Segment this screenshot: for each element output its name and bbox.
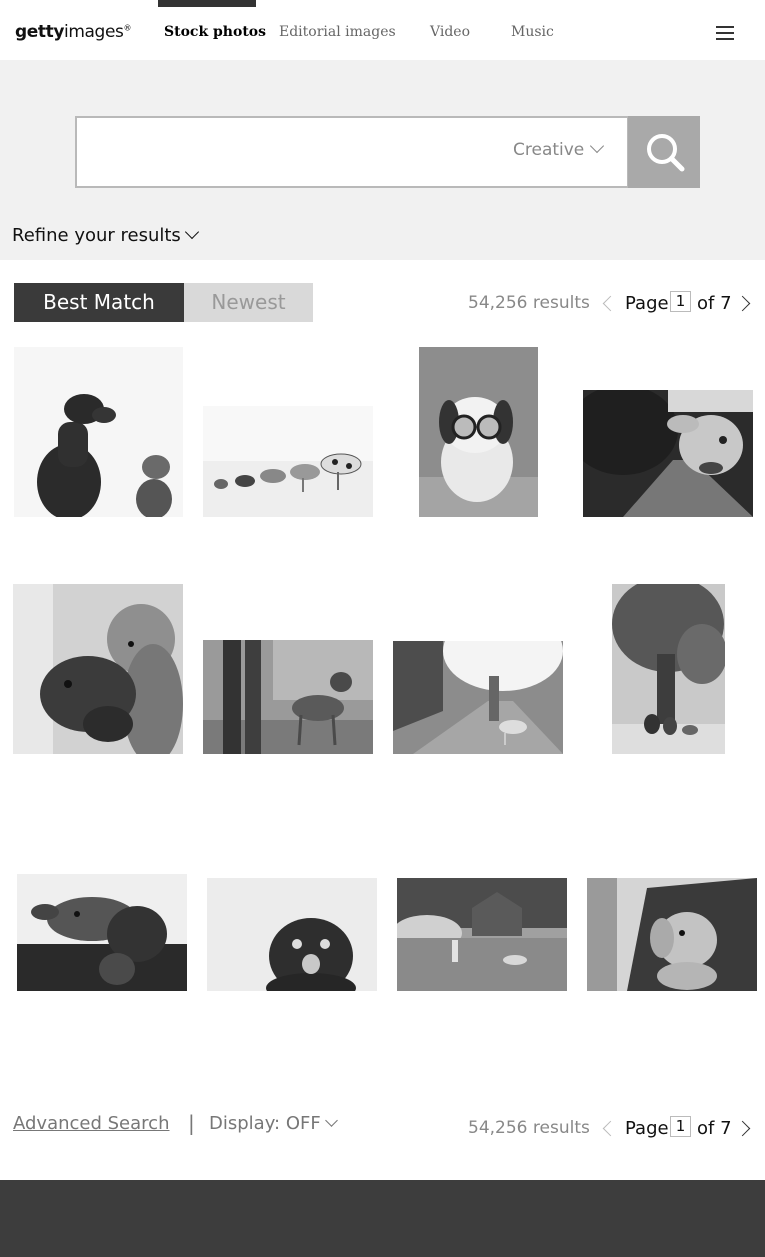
results-count: 54,256 results xyxy=(468,293,590,313)
dog-car-window-road-photo xyxy=(583,390,753,517)
result-image[interactable] xyxy=(393,641,563,754)
result-image[interactable] xyxy=(13,584,183,754)
result-image[interactable] xyxy=(17,874,187,991)
dog-leash-sidewalk-photo xyxy=(203,640,373,754)
separator: | xyxy=(188,1111,195,1135)
prev-page-icon[interactable] xyxy=(602,1120,619,1137)
result-image[interactable] xyxy=(14,347,183,517)
tree-couple-dog-photo xyxy=(612,584,725,754)
results-count-bottom: 54,256 results xyxy=(468,1118,590,1138)
page-number-input[interactable]: 1 xyxy=(670,291,691,312)
result-image[interactable] xyxy=(612,584,725,754)
result-image[interactable] xyxy=(203,640,373,754)
page-number-input[interactable]: 1 xyxy=(670,1116,691,1137)
page-total: of 7 xyxy=(697,1118,732,1139)
page-label: Page xyxy=(625,1118,669,1139)
page-total: of 7 xyxy=(697,293,732,314)
tab-editorial-images[interactable]: Editorial images xyxy=(279,24,396,40)
pager: Page 1 of 7 xyxy=(625,291,745,317)
advanced-search-link[interactable]: Advanced Search xyxy=(13,1113,169,1134)
search-input[interactable] xyxy=(87,130,487,174)
result-image[interactable] xyxy=(397,878,567,991)
dog-lineup-photo xyxy=(203,406,373,517)
result-image[interactable] xyxy=(587,878,757,991)
search-band: Creative Refine your results xyxy=(0,60,765,260)
shih-tzu-glasses-photo xyxy=(419,347,538,517)
display-toggle[interactable]: Display: OFF xyxy=(209,1113,338,1134)
result-image[interactable] xyxy=(203,406,373,517)
result-image[interactable] xyxy=(583,390,753,517)
display-toggle-label: Display: OFF xyxy=(209,1113,321,1134)
refine-results-toggle[interactable]: Refine your results xyxy=(12,224,199,246)
top-nav: gettyimages® Stock photos Editorial imag… xyxy=(0,0,765,60)
refine-results-label: Refine your results xyxy=(12,225,181,246)
search-button[interactable] xyxy=(628,116,700,188)
tab-stock-photos[interactable]: Stock photos xyxy=(164,24,266,40)
golden-retriever-car-photo xyxy=(587,878,757,991)
hamburger-icon[interactable] xyxy=(716,25,734,41)
sort-newest-button[interactable]: Newest xyxy=(184,283,313,322)
creative-select-label: Creative xyxy=(513,140,585,160)
labrador-terrier-photo xyxy=(14,347,183,517)
chevron-down-icon xyxy=(324,1114,338,1127)
sort-best-match-button[interactable]: Best Match xyxy=(14,283,184,322)
pug-photo xyxy=(207,878,377,991)
search-icon xyxy=(647,134,685,172)
active-tab-indicator xyxy=(158,0,256,7)
gettyimages-logo[interactable]: gettyimages® xyxy=(15,22,131,42)
yard-barn-dog-photo xyxy=(397,878,567,991)
result-image[interactable] xyxy=(207,878,377,991)
woman-dog-street-photo xyxy=(393,641,563,754)
cat-dachshund-photo xyxy=(13,584,183,754)
pager-bottom: Page 1 of 7 xyxy=(625,1116,745,1142)
page-label: Page xyxy=(625,293,669,314)
search-box: Creative xyxy=(75,116,629,188)
creative-select[interactable]: Creative xyxy=(513,138,605,160)
chevron-down-icon xyxy=(590,138,605,154)
site-footer xyxy=(0,1180,765,1257)
result-image[interactable] xyxy=(419,347,538,517)
chevron-down-icon xyxy=(184,224,199,240)
prev-page-icon[interactable] xyxy=(602,295,619,312)
tab-music[interactable]: Music xyxy=(511,24,554,40)
tab-video[interactable]: Video xyxy=(430,24,470,40)
dog-ears-car-window-photo xyxy=(17,874,187,991)
